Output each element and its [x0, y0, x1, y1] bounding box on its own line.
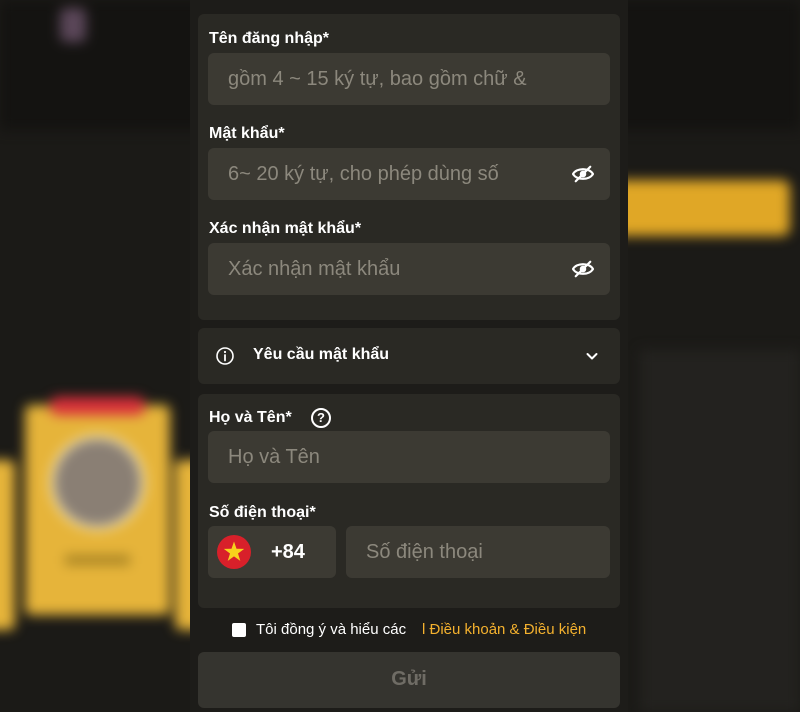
- full-name-label: Họ và Tên*: [209, 409, 292, 426]
- submit-button[interactable]: Gửi: [198, 652, 620, 708]
- eye-off-icon[interactable]: [572, 164, 594, 184]
- vietnam-flag-icon: [217, 535, 251, 569]
- password-requirements-toggle[interactable]: Yêu cầu mật khẩu: [198, 328, 620, 384]
- phone-label: Số điện thoại*: [209, 504, 316, 521]
- background-card-left: [0, 460, 15, 630]
- eye-off-icon[interactable]: [572, 259, 594, 279]
- username-label: Tên đăng nhập*: [209, 30, 329, 47]
- help-icon[interactable]: ?: [311, 408, 331, 428]
- username-input[interactable]: gồm 4 ~ 15 ký tự, bao gồm chữ &: [208, 53, 610, 105]
- info-icon: [216, 347, 234, 365]
- personal-info-section: Họ và Tên* ? Họ và Tên Số điện thoại* +8…: [198, 394, 620, 608]
- username-placeholder: gồm 4 ~ 15 ký tự, bao gồm chữ &: [228, 68, 527, 90]
- country-code: +84: [271, 541, 305, 563]
- background-heading-end: [640, 305, 700, 329]
- background-heading: [0, 305, 200, 329]
- confirm-password-placeholder: Xác nhận mật khẩu: [228, 258, 401, 280]
- confirm-password-input[interactable]: Xác nhận mật khẩu: [208, 243, 610, 295]
- background-button: [600, 180, 790, 236]
- agreement-checkbox[interactable]: [232, 623, 246, 637]
- full-name-input[interactable]: Họ và Tên: [208, 431, 610, 483]
- background-card-text: [65, 555, 130, 565]
- background-logo: [60, 8, 86, 42]
- phone-placeholder: Số điện thoại: [366, 541, 483, 563]
- country-code-select[interactable]: +84: [208, 526, 336, 578]
- password-requirements-label: Yêu cầu mật khẩu: [253, 346, 390, 363]
- password-label: Mật khẩu*: [209, 125, 285, 142]
- background-panel: [640, 350, 800, 712]
- password-requirements[interactable]: Yêu cầu mật khẩu: [198, 328, 620, 384]
- registration-form: Tên đăng nhập* gồm 4 ~ 15 ký tự, bao gồm…: [190, 0, 628, 712]
- background-card: [25, 397, 170, 615]
- phone-input[interactable]: Số điện thoại: [346, 526, 610, 578]
- chevron-down-icon[interactable]: [584, 348, 600, 364]
- submit-label: Gửi: [391, 668, 427, 690]
- background-card-badge: [50, 397, 145, 415]
- terms-link[interactable]: l Điều khoản & Điều kiện: [422, 621, 586, 638]
- password-input[interactable]: 6~ 20 ký tự, cho phép dùng số: [208, 148, 610, 200]
- agreement-text: Tôi đồng ý và hiểu các: [256, 621, 407, 638]
- account-section: Tên đăng nhập* gồm 4 ~ 15 ký tự, bao gồm…: [198, 14, 620, 320]
- password-placeholder: 6~ 20 ký tự, cho phép dùng số: [228, 163, 499, 185]
- background-card-avatar: [50, 435, 145, 530]
- confirm-password-label: Xác nhận mật khẩu*: [209, 220, 362, 237]
- agreement-row: Tôi đồng ý và hiểu các l Điều khoản & Đi…: [232, 620, 612, 640]
- full-name-placeholder: Họ và Tên: [228, 446, 320, 468]
